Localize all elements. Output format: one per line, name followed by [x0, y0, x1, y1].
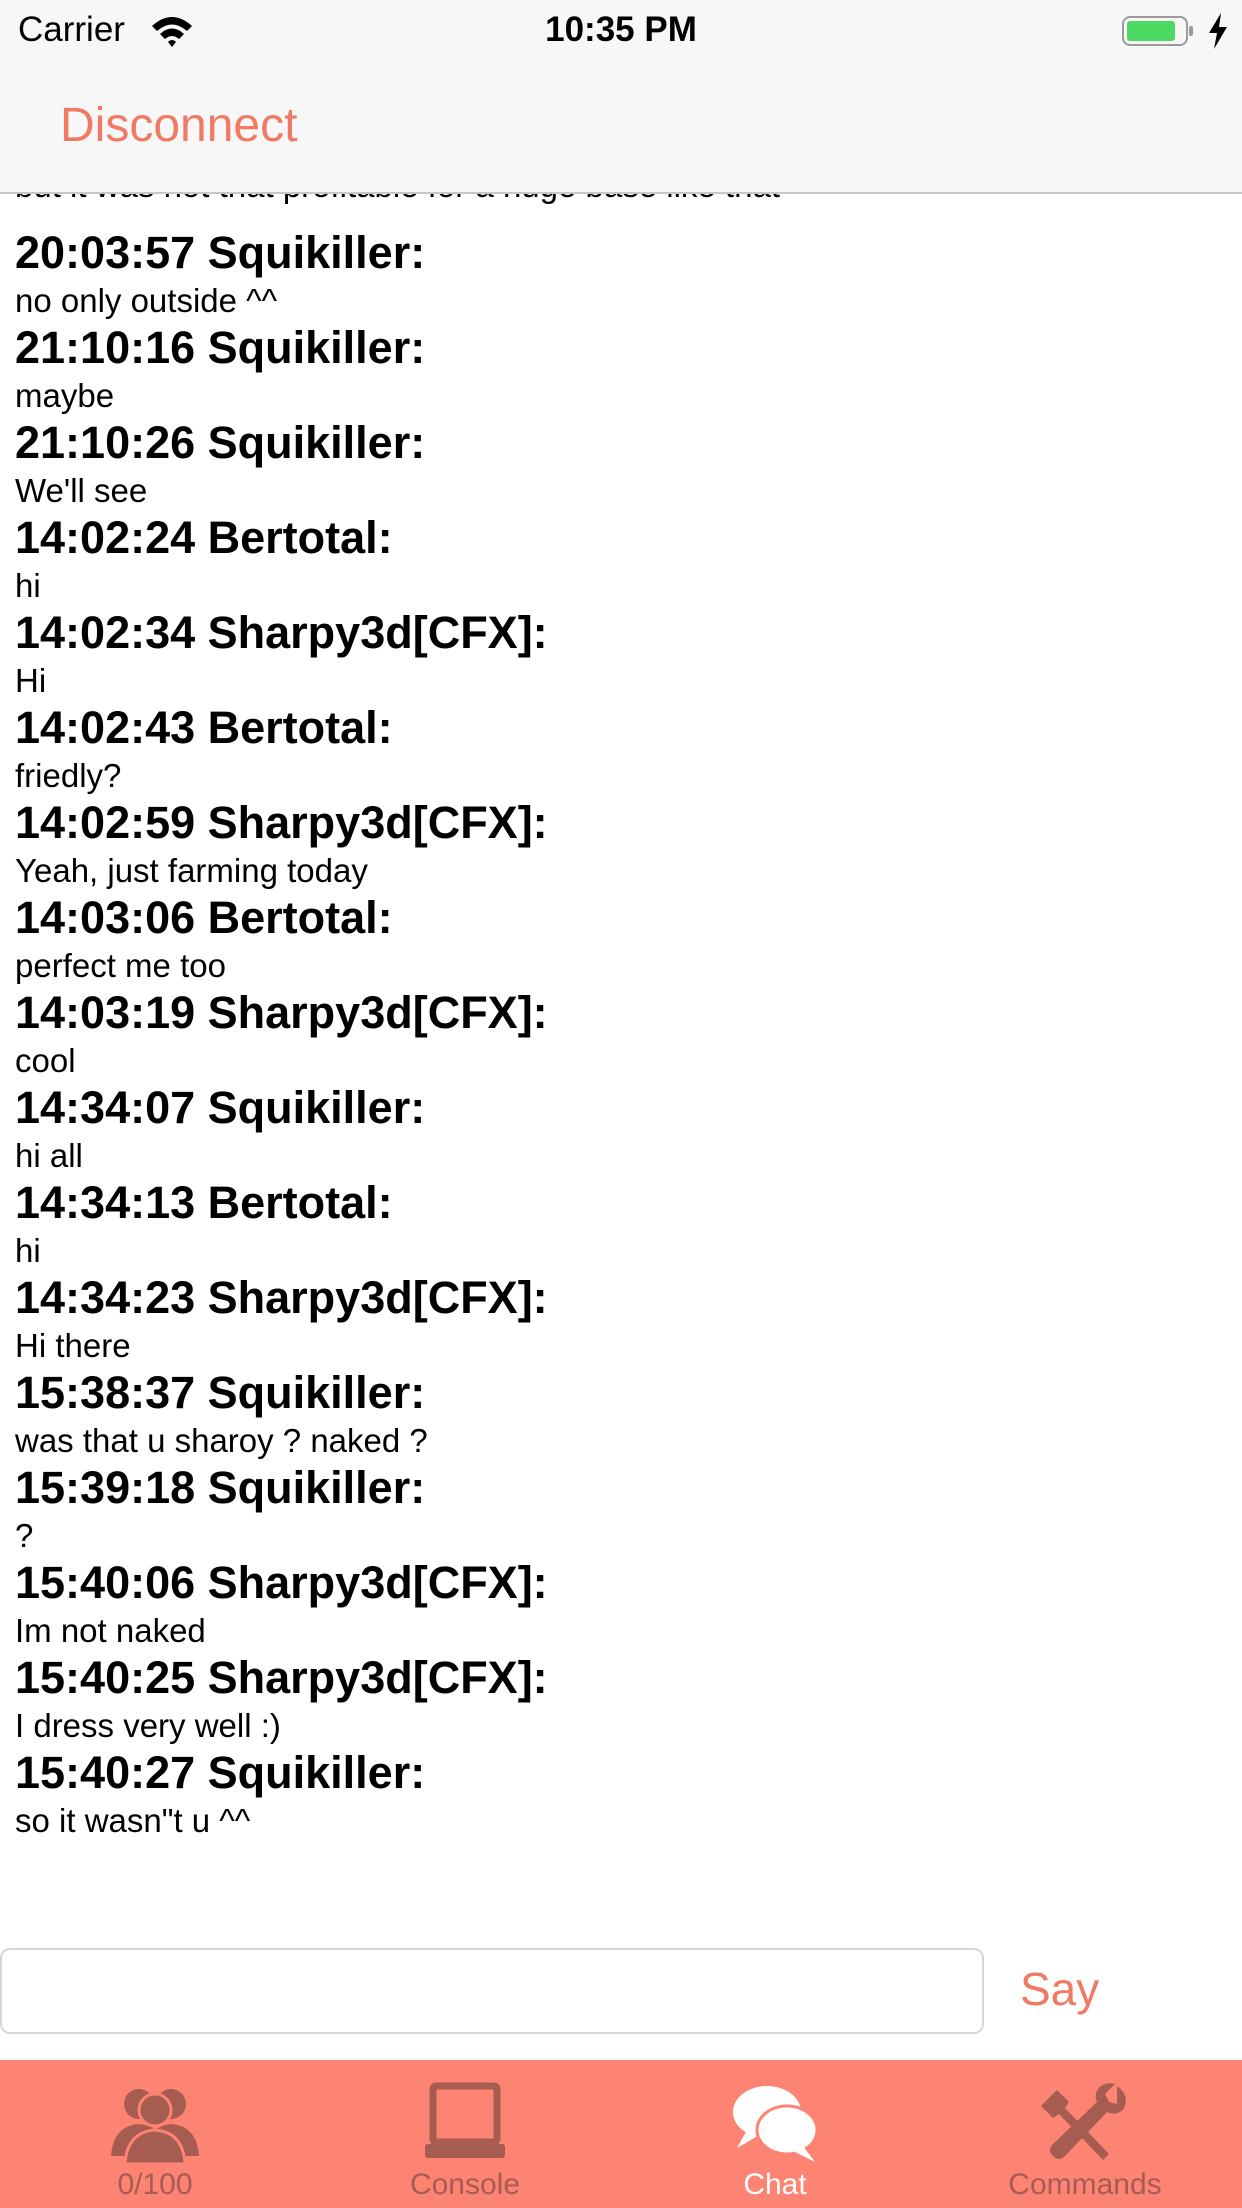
battery-icon: [1122, 16, 1193, 46]
console-icon: [425, 2082, 505, 2158]
message-header: 14:34:23 Sharpy3d[CFX]:: [15, 1272, 548, 1323]
message-text: friedly?: [15, 757, 122, 794]
message-text: perfect me too: [15, 947, 226, 984]
chat-message: 14:02:34 Sharpy3d[CFX]: Hi: [15, 606, 1225, 701]
tab-console[interactable]: Console: [310, 2060, 620, 2208]
chat-message: 14:34:07 Squikiller: hi all: [15, 1081, 1225, 1176]
message-text: no only outside ^^: [15, 282, 278, 319]
message-text: I dress very well :): [15, 1707, 281, 1744]
chat-message: 14:03:19 Sharpy3d[CFX]: cool: [15, 986, 1225, 1081]
navigation-bar: Disconnect: [0, 62, 1242, 194]
chat-message: 14:02:59 Sharpy3d[CFX]: Yeah, just farmin…: [15, 796, 1225, 891]
chat-icon: [733, 2086, 819, 2162]
chat-message: 21:10:26 Squikiller: We'll see: [15, 416, 1225, 511]
message-text: so it wasn"t u ^^: [15, 1802, 251, 1839]
chat-message: 21:10:16 Squikiller: maybe: [15, 321, 1225, 416]
tab-label: 0/100: [117, 2168, 193, 2201]
disconnect-button[interactable]: Disconnect: [60, 98, 297, 153]
message-text: maybe: [15, 377, 115, 414]
message-text: cool: [15, 1042, 76, 1079]
chat-message: 15:40:27 Squikiller: so it wasn"t u ^^: [15, 1746, 1225, 1841]
message-input[interactable]: [0, 1948, 984, 2034]
message-composer: Say: [0, 1932, 1242, 2060]
message-header: 14:02:24 Bertotal:: [15, 512, 393, 563]
message-header: 14:03:06 Bertotal:: [15, 892, 393, 943]
message-text: was that u sharoy ? naked ?: [15, 1422, 428, 1459]
tab-label: Chat: [743, 2168, 807, 2201]
tab-commands[interactable]: Commands: [930, 2060, 1240, 2208]
message-header: 15:40:06 Sharpy3d[CFX]:: [15, 1557, 548, 1608]
chat-log[interactable]: but it was not that profitable for a hug…: [0, 194, 1242, 1932]
message-header: 14:02:43 Bertotal:: [15, 702, 393, 753]
message-header: 15:40:25 Sharpy3d[CFX]:: [15, 1652, 548, 1703]
message-text: hi: [15, 1232, 41, 1269]
players-icon: [111, 2089, 199, 2166]
message-header: 15:39:18 Squikiller:: [15, 1462, 426, 1513]
message-header: 15:40:27 Squikiller:: [15, 1747, 426, 1798]
message-header: 14:34:13 Bertotal:: [15, 1177, 393, 1228]
message-header: 14:03:19 Sharpy3d[CFX]:: [15, 987, 548, 1038]
chat-message: 15:38:37 Squikiller: was that u sharoy ? …: [15, 1366, 1225, 1461]
chat-message: 20:03:57 Squikiller: no only outside ^^: [15, 226, 1225, 321]
message-text: We'll see: [15, 472, 148, 509]
chat-cutoff-text: but it was not that profitable for a hug…: [15, 194, 1225, 214]
charging-icon: [1209, 13, 1227, 49]
message-text: Hi: [15, 662, 47, 699]
chat-message: 15:40:06 Sharpy3d[CFX]: Im not naked: [15, 1556, 1225, 1651]
message-text: hi all: [15, 1137, 83, 1174]
commands-icon: [1041, 2083, 1126, 2160]
chat-message: 14:03:06 Bertotal: perfect me too: [15, 891, 1225, 986]
chat-message: 14:34:23 Sharpy3d[CFX]: Hi there: [15, 1271, 1225, 1366]
chat-message: 14:02:43 Bertotal: friedly?: [15, 701, 1225, 796]
message-text: Im not naked: [15, 1612, 206, 1649]
tab-bar: 0/100 Console Chat Commands: [0, 2060, 1242, 2208]
status-bar: Carrier 10:35 PM: [0, 0, 1242, 62]
message-header: 21:10:16 Squikiller:: [15, 322, 426, 373]
say-button[interactable]: Say: [1020, 1962, 1099, 2016]
message-text: Hi there: [15, 1327, 131, 1364]
message-text: ?: [15, 1517, 34, 1554]
message-header: 14:02:59 Sharpy3d[CFX]:: [15, 797, 548, 848]
chat-message: 15:40:25 Sharpy3d[CFX]: I dress very well…: [15, 1651, 1225, 1746]
message-text: hi: [15, 567, 41, 604]
tab-players[interactable]: 0/100: [0, 2060, 310, 2208]
message-header: 14:34:07 Squikiller:: [15, 1082, 426, 1133]
message-header: 21:10:26 Squikiller:: [15, 417, 426, 468]
tab-label: Console: [409, 2168, 521, 2201]
message-header: 20:03:57 Squikiller:: [15, 227, 426, 278]
chat-message: 14:34:13 Bertotal: hi: [15, 1176, 1225, 1271]
message-text: Yeah, just farming today: [15, 852, 368, 889]
chat-message: 15:39:18 Squikiller:?: [15, 1461, 1225, 1556]
status-time: 10:35 PM: [545, 10, 697, 49]
message-header: 14:02:34 Sharpy3d[CFX]:: [15, 607, 548, 658]
tab-chat[interactable]: Chat: [620, 2060, 930, 2208]
message-header: 15:38:37 Squikiller:: [15, 1367, 426, 1418]
chat-message: 14:02:24 Bertotal: hi: [15, 511, 1225, 606]
tab-label: Commands: [1008, 2168, 1162, 2201]
